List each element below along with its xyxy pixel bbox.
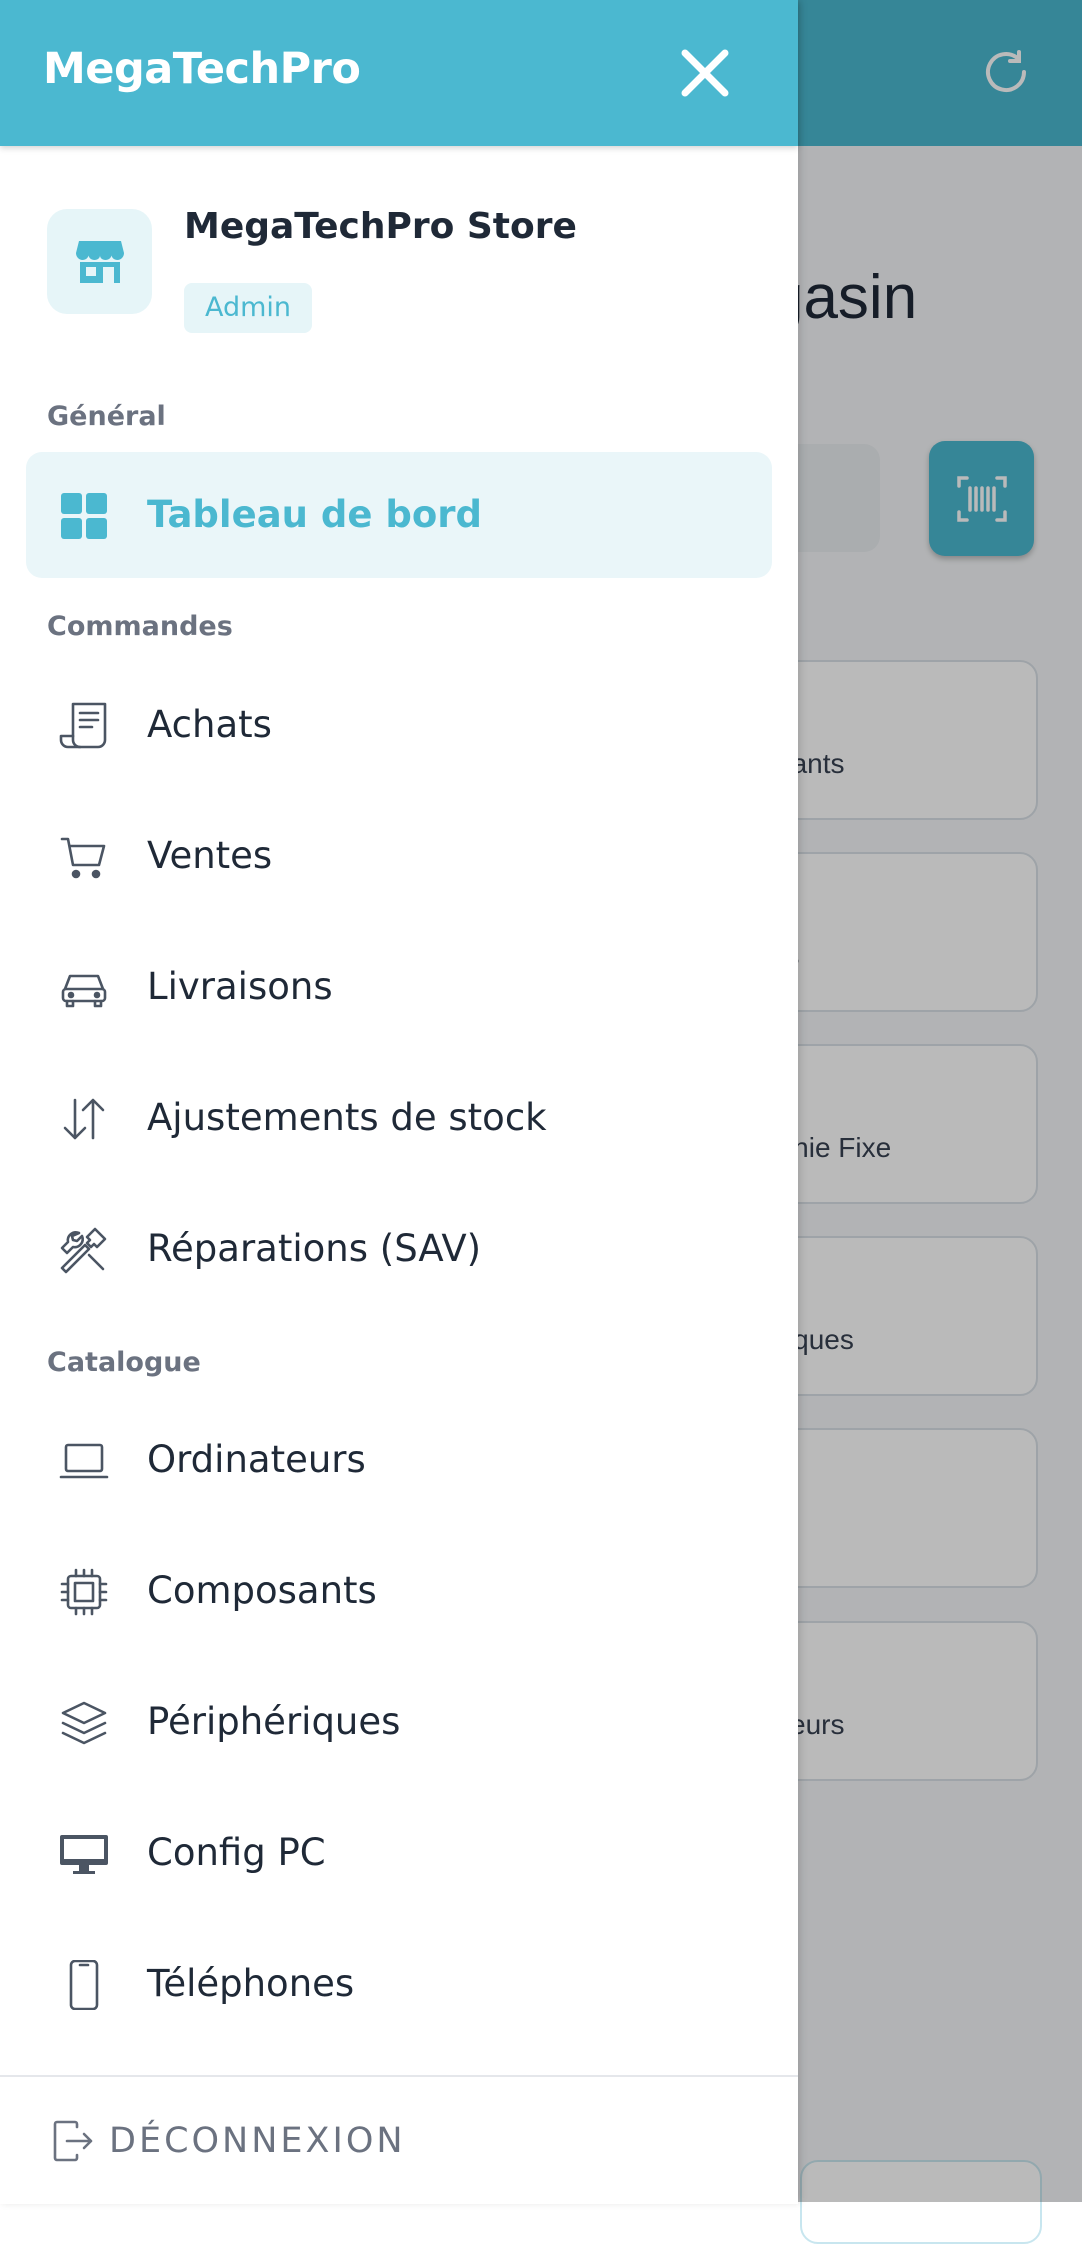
section-label-catalogue: Catalogue <box>47 1347 201 1378</box>
arrows-up-down-icon <box>63 1098 105 1140</box>
close-icon <box>681 49 729 97</box>
nav-item-achats[interactable]: Achats <box>26 662 772 788</box>
store-name: MegaTechPro Store <box>184 206 577 247</box>
nav-item-label: Composants <box>147 1569 377 1612</box>
nav-item-dashboard[interactable]: Tableau de bord <box>26 452 772 578</box>
nav-item-label: Réparations (SAV) <box>147 1227 482 1270</box>
nav-item-ventes[interactable]: Ventes <box>26 793 772 919</box>
nav-item-composants[interactable]: Composants <box>26 1528 772 1654</box>
store-icon <box>47 209 152 314</box>
nav-item-label: Téléphones <box>147 1962 355 2005</box>
nav-item-reparations[interactable]: Réparations (SAV) <box>26 1186 772 1312</box>
logout-button[interactable]: DÉCONNEXION <box>45 2101 465 2181</box>
dashboard-icon <box>61 493 107 539</box>
close-drawer-button[interactable] <box>676 44 734 102</box>
cart-icon <box>60 837 106 879</box>
section-label-general: Général <box>47 401 166 432</box>
nav-item-label: Ajustements de stock <box>147 1096 547 1139</box>
layers-icon <box>61 1701 107 1745</box>
nav-item-label: Ordinateurs <box>147 1438 366 1481</box>
logout-icon <box>53 2120 93 2162</box>
desktop-icon <box>60 1835 108 1874</box>
nav-item-label: Périphériques <box>147 1700 401 1743</box>
tools-icon <box>60 1227 107 1274</box>
section-label-commandes: Commandes <box>47 611 233 642</box>
nav-item-label: Livraisons <box>147 965 333 1008</box>
car-icon <box>61 974 107 1008</box>
logout-label: DÉCONNEXION <box>109 2121 406 2161</box>
receipt-icon <box>59 702 107 749</box>
nav-item-label: Tableau de bord <box>147 493 482 536</box>
navigation-drawer: MegaTechPro MegaTechPro Store Admin Géné… <box>0 0 798 2204</box>
drawer-footer: DÉCONNEXION <box>0 2075 798 2204</box>
nav-item-telephones[interactable]: Téléphones <box>26 1921 772 2047</box>
laptop-icon <box>59 1443 109 1479</box>
nav-item-label: Achats <box>147 703 272 746</box>
nav-item-ordinateurs[interactable]: Ordinateurs <box>26 1397 772 1523</box>
nav-item-peripheriques[interactable]: Périphériques <box>26 1659 772 1785</box>
nav-item-label: Config PC <box>147 1831 326 1874</box>
brand-title: MegaTechPro <box>43 44 361 94</box>
phone-icon <box>69 1960 99 2010</box>
nav-item-config-pc[interactable]: Config PC <box>26 1790 772 1916</box>
role-badge: Admin <box>184 283 313 333</box>
nav-item-livraisons[interactable]: Livraisons <box>26 924 772 1050</box>
drawer-header: MegaTechPro <box>0 0 798 146</box>
nav-item-label: Ventes <box>147 834 273 877</box>
cpu-chip-icon <box>60 1568 108 1616</box>
nav-item-ajustements[interactable]: Ajustements de stock <box>26 1055 772 1181</box>
